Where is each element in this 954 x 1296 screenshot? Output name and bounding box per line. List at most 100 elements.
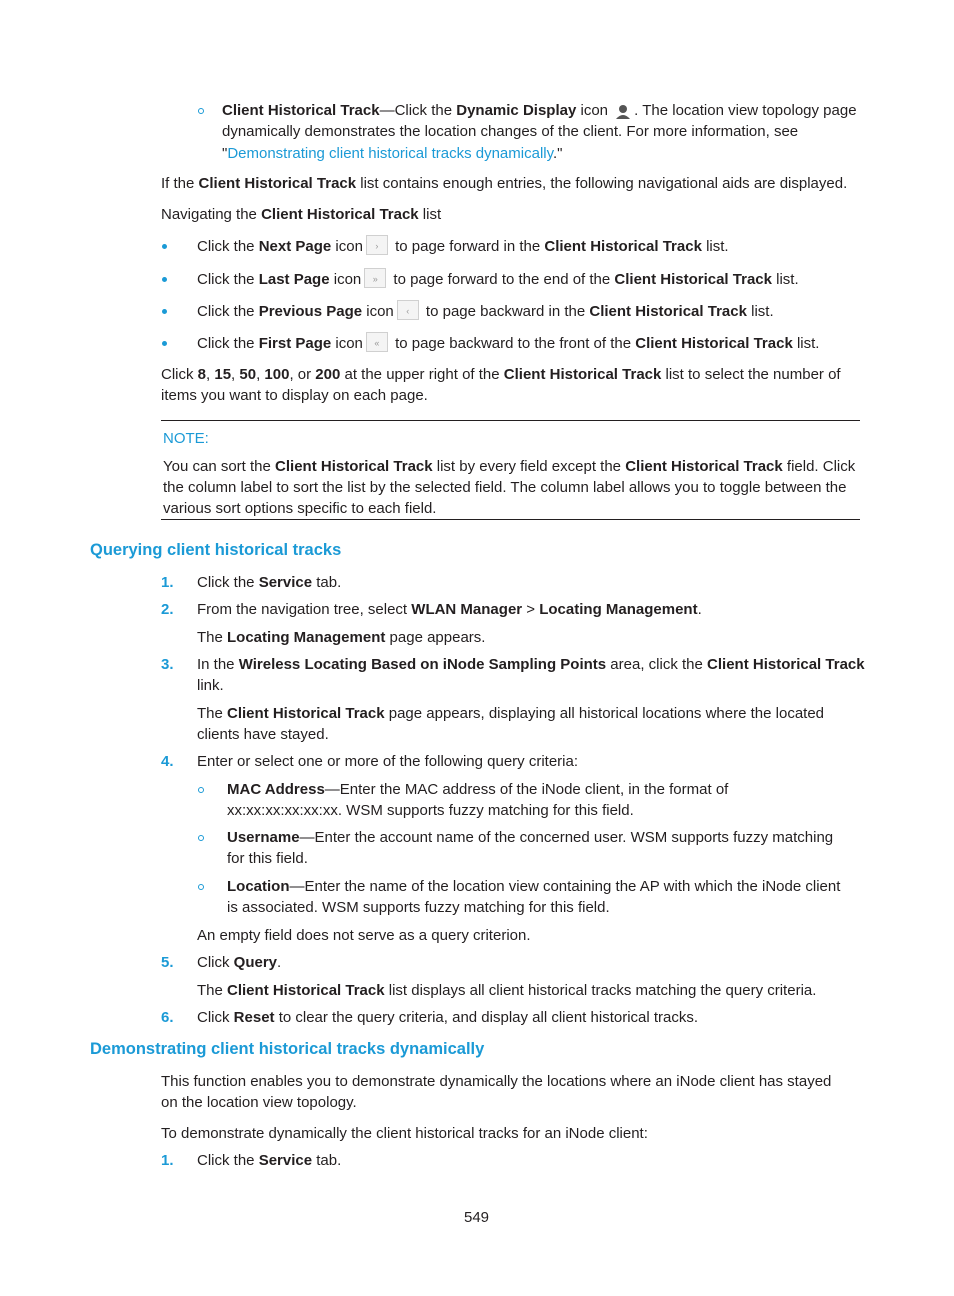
section-heading-demonstrating: Demonstrating client historical tracks d…	[90, 1040, 485, 1058]
term: Client Historical Track	[198, 175, 357, 192]
text: .	[697, 601, 702, 618]
step-number: 4.	[161, 753, 174, 770]
term: Last Page	[258, 271, 330, 288]
term: Query	[233, 954, 278, 971]
text: Navigating the	[161, 206, 262, 223]
first-page-icon: «	[365, 332, 388, 352]
note-bottom-rule	[161, 519, 860, 520]
text: page appears.	[385, 629, 486, 646]
next-page-icon: ›	[365, 235, 388, 255]
text: , or	[289, 366, 316, 383]
step-3-line2: link.	[197, 677, 224, 694]
person-icon	[616, 105, 631, 119]
text: to page forward to the end of the	[389, 271, 615, 288]
bullet-dot	[162, 244, 167, 249]
bullet-dot	[162, 309, 167, 314]
term: MAC Address	[227, 781, 325, 798]
criterion-mac: MAC Address—Enter the MAC address of the…	[227, 779, 728, 800]
text: —Enter the name of the location view con…	[289, 878, 841, 895]
step-2: From the navigation tree, select WLAN Ma…	[197, 599, 702, 620]
step-number: 3.	[161, 656, 174, 673]
text: list.	[701, 238, 729, 255]
text: Click the	[197, 1152, 259, 1169]
note-top-rule	[161, 420, 860, 421]
term: Service	[258, 1152, 313, 1169]
term: Client Historical Track	[625, 458, 783, 475]
text: at the upper right of the	[340, 366, 504, 383]
text: If the	[161, 175, 199, 192]
section2-para1-line2: on the location view topology.	[161, 1094, 357, 1111]
criterion-mac-line2: xx:xx:xx:xx:xx:xx. WSM supports fuzzy ma…	[227, 802, 634, 819]
step-number: 6.	[161, 1009, 174, 1026]
step-3-result-line2: clients have stayed.	[197, 726, 329, 743]
term: Locating Management	[539, 601, 698, 618]
step-2-result: The Locating Management page appears.	[197, 627, 485, 648]
term: Username	[227, 829, 300, 846]
text: From the navigation tree, select	[197, 601, 412, 618]
last-page-icon: »	[364, 268, 387, 288]
term: Next Page	[258, 238, 332, 255]
text: list contains enough entries, the follow…	[356, 175, 848, 192]
term: Previous Page	[258, 303, 363, 320]
circle-bullet	[198, 787, 204, 793]
section2-para1-line1: This function enables you to demonstrate…	[161, 1073, 832, 1090]
text: —Enter the MAC address of the iNode clie…	[324, 781, 729, 798]
text: Click	[197, 1009, 234, 1026]
section-heading-querying: Querying client historical tracks	[90, 541, 342, 559]
criterion-location-line2: is associated. WSM supports fuzzy matchi…	[227, 899, 610, 916]
page-size-line1: Click 8, 15, 50, 100, or 200 at the uppe…	[161, 364, 841, 385]
text: area, click the	[606, 656, 708, 673]
term: Client Historical Track	[614, 271, 772, 288]
term: Location	[227, 878, 290, 895]
page-size-100: 100	[264, 366, 290, 383]
text: to page backward to the front of the	[390, 335, 636, 352]
step-3-result: The Client Historical Track page appears…	[197, 703, 824, 724]
criterion-username-line2: for this field.	[227, 850, 308, 867]
term-dynamic-display: Dynamic Display	[456, 102, 577, 119]
page-size-line2: items you want to display on each page.	[161, 387, 428, 404]
term: Client Historical Track	[544, 238, 702, 255]
nav-item-next: Click the Next Page icon › to page forwar…	[197, 235, 729, 261]
top-item-line3: "Demonstrating client historical tracks …	[222, 143, 563, 164]
text: icon	[331, 238, 363, 255]
term: Wireless Locating Based on iNode Samplin…	[238, 656, 607, 673]
text: icon	[362, 303, 394, 320]
step-6: Click Reset to clear the query criteria,…	[197, 1007, 698, 1028]
empty-field-note: An empty field does not serve as a query…	[197, 927, 531, 944]
term: Client Historical Track	[227, 705, 385, 722]
note-title: NOTE:	[163, 430, 209, 447]
term: Client Historical Track	[227, 982, 385, 999]
term: Locating Management	[227, 629, 386, 646]
text: Click the	[197, 574, 259, 591]
circle-bullet	[198, 835, 204, 841]
text: to page forward in the	[390, 238, 545, 255]
circle-bullet	[198, 884, 204, 890]
text: The	[197, 982, 228, 999]
page-size-15: 15	[214, 366, 232, 383]
nav-item-previous: Click the Previous Page icon ‹ to page ba…	[197, 300, 774, 326]
term: Client Historical Track	[503, 366, 662, 383]
text: icon	[576, 102, 613, 119]
step-5: Click Query.	[197, 952, 281, 973]
nav-item-last: Click the Last Page icon» to page forwar…	[197, 268, 799, 294]
term: First Page	[258, 335, 332, 352]
term: Client Historical Track	[635, 335, 793, 352]
text: >	[522, 601, 540, 618]
link-demonstrating-tracks[interactable]: Demonstrating client historical tracks d…	[227, 145, 553, 162]
text: You can sort the	[163, 458, 276, 475]
text: list.	[792, 335, 820, 352]
page-number: 549	[464, 1209, 490, 1226]
term-client-historical-track: Client Historical Track	[222, 102, 380, 119]
term: Reset	[233, 1009, 275, 1026]
text: Click the	[197, 238, 259, 255]
text: list to select the number of	[661, 366, 841, 383]
bullet-dot	[162, 341, 167, 346]
text: In the	[197, 656, 239, 673]
text: —Enter the account name of the concerned…	[299, 829, 834, 846]
text: icon	[329, 271, 362, 288]
note-line1: You can sort the Client Historical Track…	[163, 456, 855, 477]
top-item-line2: dynamically demonstrates the location ch…	[222, 123, 799, 140]
term: Client Historical Track	[707, 656, 865, 673]
term: Client Historical Track	[589, 303, 747, 320]
page-size-200: 200	[315, 366, 341, 383]
